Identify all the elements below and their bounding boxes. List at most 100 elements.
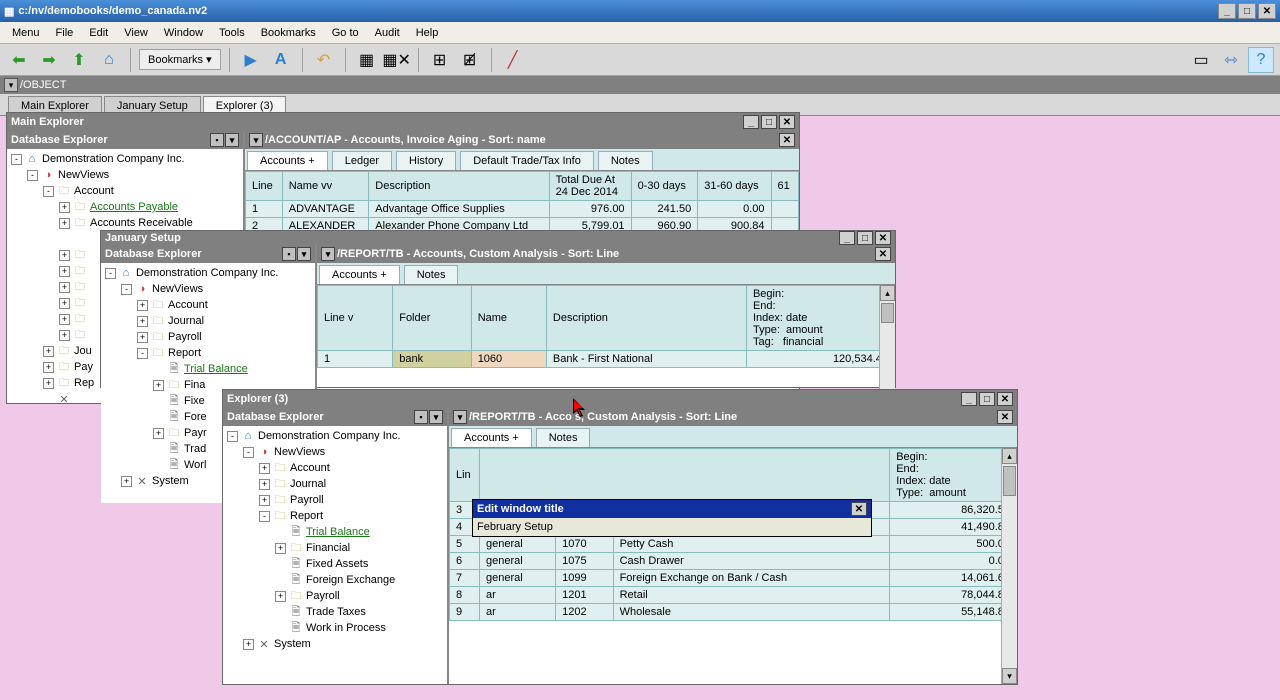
minimize-icon[interactable]: _ <box>839 231 855 245</box>
expander-icon[interactable]: + <box>59 202 70 213</box>
col1-button[interactable]: ⊞ <box>427 47 453 73</box>
tree-row[interactable]: -🗀Account <box>7 183 243 199</box>
col-header[interactable]: 0-30 days <box>631 172 698 201</box>
expander-icon[interactable]: + <box>259 463 270 474</box>
expander-icon[interactable]: + <box>153 428 164 439</box>
col-header[interactable]: Begin:End:Index: dateType: amountTag: fi… <box>746 286 894 351</box>
cell[interactable]: Foreign Exchange on Bank / Cash <box>613 570 890 587</box>
report-tab[interactable]: Notes <box>536 428 591 447</box>
report-tab[interactable]: Notes <box>404 265 459 284</box>
tree-row[interactable]: 🗎Fixed Assets <box>223 556 447 572</box>
dialog-title-bar[interactable]: Edit window title ✕ <box>473 500 871 518</box>
tree-row[interactable]: +🗀Financial <box>223 540 447 556</box>
tree-row[interactable]: 🗎Trial Balance <box>101 361 315 377</box>
minimize-button[interactable]: _ <box>1218 3 1236 19</box>
cell[interactable]: ar <box>480 587 556 604</box>
tree-row[interactable]: +🗀Account <box>101 297 315 313</box>
tree-row[interactable]: -🗀Report <box>101 345 315 361</box>
col-header[interactable]: 61 <box>771 172 799 201</box>
tree-row[interactable]: -◑NewViews <box>223 444 447 460</box>
close-icon[interactable]: ✕ <box>875 247 891 261</box>
tree-row[interactable]: 🗎Work in Process <box>223 620 447 636</box>
col-header[interactable]: Description <box>546 286 746 351</box>
cell[interactable]: 6 <box>450 553 480 570</box>
tree-row[interactable]: +🗀Journal <box>223 476 447 492</box>
expander-icon[interactable]: - <box>11 154 22 165</box>
bookmarks-dropdown[interactable]: Bookmarks ▾ <box>139 49 221 70</box>
tree-row[interactable]: -◑NewViews <box>101 281 315 297</box>
col-del-button[interactable]: ⊞̸ <box>457 47 483 73</box>
tree-row[interactable]: 🗎Trade Taxes <box>223 604 447 620</box>
close-icon[interactable]: ✕ <box>997 410 1013 424</box>
expander-icon[interactable]: + <box>243 639 254 650</box>
expander-icon[interactable]: - <box>259 511 270 522</box>
expander-icon[interactable]: - <box>227 431 238 442</box>
scrollbar[interactable]: ▴ ▾ <box>1001 448 1017 684</box>
maximize-button[interactable]: □ <box>1238 3 1256 19</box>
scroll-up-icon[interactable]: ▴ <box>1002 448 1017 464</box>
cell[interactable]: 1070 <box>556 536 613 553</box>
report-tab[interactable]: Notes <box>598 151 653 170</box>
expander-icon[interactable]: + <box>121 476 132 487</box>
scroll-down-icon[interactable]: ▾ <box>1002 668 1017 684</box>
menu-menu[interactable]: Menu <box>4 24 48 42</box>
expander-icon[interactable]: + <box>43 362 54 373</box>
expander-icon[interactable]: + <box>59 282 70 293</box>
col-header[interactable]: 31-60 days <box>698 172 771 201</box>
report-tab[interactable]: Accounts + <box>319 265 400 284</box>
up-button[interactable]: ⬆ <box>66 47 92 73</box>
cell[interactable]: 86,320.51 <box>890 502 1017 519</box>
cell[interactable]: Cash Drawer <box>613 553 890 570</box>
close-icon[interactable]: ✕ <box>875 231 891 245</box>
maximize-icon[interactable]: □ <box>857 231 873 245</box>
col-header[interactable]: Total Due At24 Dec 2014 <box>549 172 631 201</box>
pin-icon[interactable]: ▪ <box>210 133 224 147</box>
expander-icon[interactable]: - <box>27 170 38 181</box>
close-button[interactable]: ✕ <box>1258 3 1276 19</box>
cell[interactable]: 0.00 <box>890 553 1017 570</box>
path-dropdown-icon[interactable]: ▾ <box>4 78 18 92</box>
maximize-icon[interactable]: □ <box>761 115 777 129</box>
expander-icon[interactable]: + <box>259 479 270 490</box>
cell[interactable]: ADVANTAGE <box>282 201 369 218</box>
close-icon[interactable]: ✕ <box>779 115 795 129</box>
cell[interactable]: 5 <box>450 536 480 553</box>
cell[interactable]: 9 <box>450 604 480 621</box>
cell[interactable]: 1 <box>246 201 283 218</box>
minimize-icon[interactable]: _ <box>743 115 759 129</box>
expander-icon[interactable]: + <box>259 495 270 506</box>
col-header[interactable]: Description <box>369 172 549 201</box>
strike-button[interactable]: ╱ <box>500 47 526 73</box>
expander-icon[interactable]: + <box>59 330 70 341</box>
cell[interactable]: Advantage Office Supplies <box>369 201 549 218</box>
report-tab[interactable]: Ledger <box>332 151 392 170</box>
minimize-icon[interactable]: _ <box>961 392 977 406</box>
menu-file[interactable]: File <box>48 24 82 42</box>
cell[interactable]: Bank - First National <box>546 351 746 368</box>
cell[interactable]: general <box>480 553 556 570</box>
tree-exp3[interactable]: -⌂Demonstration Company Inc.-◑NewViews+🗀… <box>223 426 447 684</box>
close-icon[interactable]: ✕ <box>851 502 867 516</box>
report-tab[interactable]: Accounts + <box>247 151 328 170</box>
menu-audit[interactable]: Audit <box>367 24 408 42</box>
menu-help[interactable]: Help <box>408 24 447 42</box>
forward-button[interactable]: ➡ <box>36 47 62 73</box>
mark-a-button[interactable]: A <box>268 47 294 73</box>
dropdown-icon[interactable]: ▾ <box>225 133 239 147</box>
expander-icon[interactable]: + <box>137 332 148 343</box>
expander-icon[interactable]: - <box>243 447 254 458</box>
cell[interactable]: 8 <box>450 587 480 604</box>
dropdown-icon[interactable]: ▾ <box>321 247 335 261</box>
expander-icon[interactable]: + <box>59 218 70 229</box>
col-header[interactable]: Folder <box>393 286 471 351</box>
home-button[interactable]: ⌂ <box>96 47 122 73</box>
col-header[interactable] <box>480 449 890 502</box>
tree-row[interactable]: +🗀Accounts Payable <box>7 199 243 215</box>
cell[interactable]: 41,490.86 <box>890 519 1017 536</box>
cell[interactable]: ar <box>480 604 556 621</box>
cell[interactable]: 1060 <box>471 351 546 368</box>
help-button[interactable]: ? <box>1248 47 1274 73</box>
menu-window[interactable]: Window <box>156 24 211 42</box>
tree-row[interactable]: -⌂Demonstration Company Inc. <box>101 265 315 281</box>
expander-icon[interactable]: + <box>137 316 148 327</box>
